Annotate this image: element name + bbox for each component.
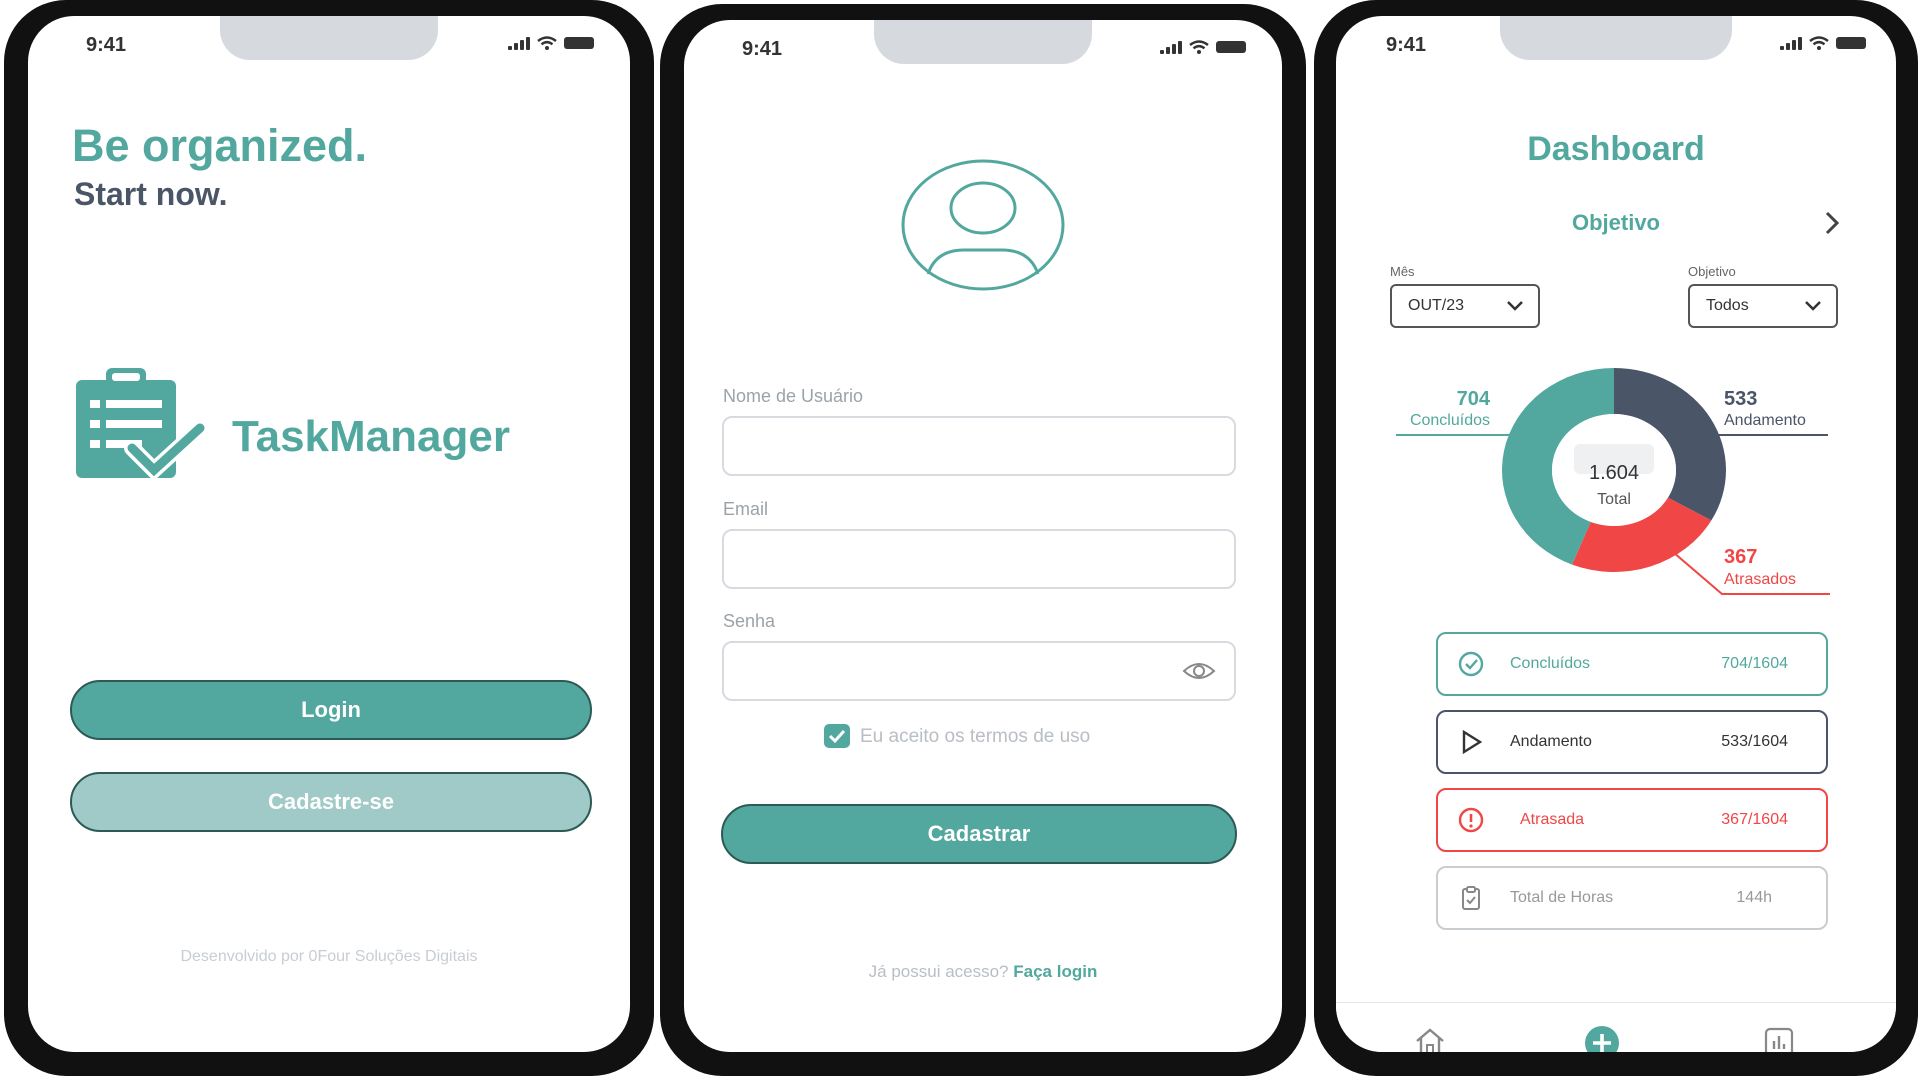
phone-register: 9:41 Nome de Usuário Email Senha Eu acei…: [660, 4, 1306, 1076]
legend-progress-line: [1716, 434, 1828, 436]
register-button[interactable]: Cadastrar: [721, 804, 1237, 864]
stat-value: 144h: [1736, 889, 1772, 906]
email-field[interactable]: [722, 529, 1236, 589]
phone-dashboard: 9:41 Dashboard Objetivo Mês OUT/23 Objet…: [1314, 0, 1918, 1076]
status-icons: [508, 36, 594, 50]
dashboard-screen: 9:41 Dashboard Objetivo Mês OUT/23 Objet…: [1336, 16, 1896, 1052]
stat-value: 367/1604: [1721, 811, 1788, 828]
stat-name: Andamento: [1510, 733, 1592, 750]
chevron-down-icon: [1507, 301, 1523, 311]
stat-value: 704/1604: [1721, 655, 1788, 672]
username-field[interactable]: [722, 416, 1236, 476]
footer-credit: Desenvolvido por 0Four Soluções Digitais: [180, 948, 478, 965]
check-circle-icon: [1458, 651, 1484, 677]
legend-progress-value: 533: [1724, 388, 1758, 410]
status-time: 9:41: [742, 38, 783, 60]
objective-label: Objetivo: [1688, 264, 1736, 279]
stat-row-progress[interactable]: Andamento 533/1604: [1436, 710, 1828, 774]
register-screen: 9:41 Nome de Usuário Email Senha Eu acei…: [684, 20, 1282, 1052]
status-time: 9:41: [1386, 34, 1427, 56]
stat-value: 533/1604: [1721, 733, 1788, 750]
welcome-screen: 9:41 Be organized. Start now. TaskManage…: [28, 16, 630, 1052]
password-label: Senha: [723, 611, 776, 631]
chart-icon[interactable]: [1764, 1027, 1794, 1052]
stat-row-hours[interactable]: Total de Horas 144h: [1436, 866, 1828, 930]
legend-progress-label: Andamento: [1724, 412, 1806, 429]
password-field[interactable]: [722, 641, 1236, 701]
login-button[interactable]: Login: [70, 680, 592, 740]
legend-done-value: 704: [1456, 388, 1490, 410]
avatar-icon: [901, 159, 1065, 291]
alert-circle-icon: [1458, 807, 1484, 833]
dashboard-title: Dashboard: [1527, 130, 1705, 168]
wifi-icon: [537, 36, 557, 50]
signal-icon: [1160, 40, 1182, 54]
chevron-down-icon: [1805, 301, 1821, 311]
battery-icon: [1216, 41, 1246, 53]
signal-icon: [508, 36, 530, 50]
notch: [874, 20, 1092, 64]
battery-icon: [564, 37, 594, 49]
month-label: Mês: [1390, 264, 1415, 279]
bottom-nav: [1336, 1002, 1896, 1052]
play-icon: [1462, 729, 1483, 755]
username-input[interactable]: [724, 418, 1194, 474]
login-prompt: Já possui acesso? Faça login: [684, 962, 1282, 982]
login-link[interactable]: Faça login: [1013, 962, 1097, 981]
status-icons: [1780, 36, 1866, 50]
username-label: Nome de Usuário: [723, 386, 864, 406]
check-icon: [828, 729, 846, 744]
home-icon[interactable]: [1414, 1027, 1446, 1052]
clipboard-icon: [1462, 886, 1480, 910]
terms-checkbox[interactable]: [824, 724, 850, 748]
add-icon[interactable]: [1584, 1025, 1620, 1052]
month-value: OUT/23: [1408, 297, 1465, 314]
phone-welcome: 9:41 Be organized. Start now. TaskManage…: [4, 0, 654, 1076]
stat-name: Concluídos: [1510, 655, 1591, 672]
month-select[interactable]: OUT/23: [1390, 284, 1540, 328]
stat-row-late[interactable]: Atrasada 367/1604: [1436, 788, 1828, 852]
chevron-right-icon[interactable]: [1822, 210, 1842, 236]
subheadline: Start now.: [74, 176, 228, 212]
legend-done-line: [1396, 434, 1516, 436]
terms-label: Eu aceito os termos de uso: [860, 726, 1091, 747]
legend-late-line: [1666, 546, 1830, 595]
stat-name: Atrasada: [1520, 811, 1585, 828]
wifi-icon: [1189, 40, 1209, 54]
headline: Be organized.: [72, 120, 368, 171]
stat-name: Total de Horas: [1510, 889, 1614, 906]
eye-icon[interactable]: [1182, 661, 1216, 681]
battery-icon: [1836, 37, 1866, 49]
notch: [1500, 16, 1732, 60]
objective-value: Todos: [1706, 297, 1749, 314]
wifi-icon: [1809, 36, 1829, 50]
notch: [220, 16, 438, 60]
chart-total-value: 1.604: [1588, 462, 1640, 484]
legend-done-label: Concluídos: [1409, 412, 1490, 429]
status-icons: [1160, 40, 1246, 54]
email-label: Email: [723, 499, 769, 519]
signal-icon: [1780, 36, 1802, 50]
password-input[interactable]: [724, 643, 1194, 699]
app-name: TaskManager: [232, 412, 510, 461]
email-input[interactable]: [724, 531, 1194, 587]
objective-select[interactable]: Todos: [1688, 284, 1838, 328]
status-time: 9:41: [86, 34, 127, 56]
clipboard-check-icon: [76, 368, 206, 480]
chart-total-label: Total: [1597, 491, 1631, 508]
objective-section-title: Objetivo: [1571, 210, 1660, 235]
stat-row-done[interactable]: Concluídos 704/1604: [1436, 632, 1828, 696]
signup-button[interactable]: Cadastre-se: [70, 772, 592, 832]
have-account-text: Já possui acesso?: [868, 962, 1009, 981]
